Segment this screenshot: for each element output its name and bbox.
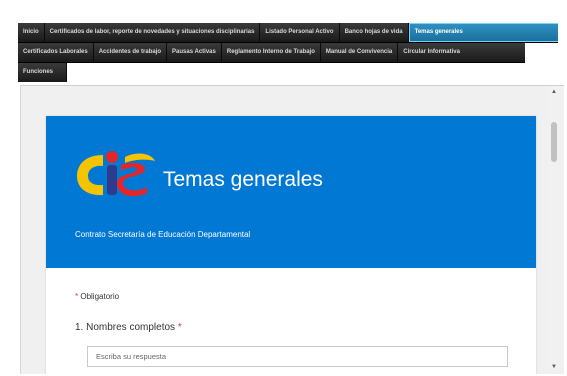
tab-circular[interactable]: Circular Informativa	[398, 43, 525, 62]
scrollbar[interactable]: ▲ ▼	[548, 86, 560, 373]
top-navigation: Inicio Certificados de labor, reporte de…	[18, 23, 558, 82]
form-subtitle: Contrato Secretaría de Educación Departa…	[75, 230, 251, 239]
required-label: Obligatorio	[80, 292, 120, 301]
scroll-down-icon[interactable]: ▼	[548, 361, 560, 373]
form-header: Temas generales Contrato Secretaría de E…	[46, 116, 536, 268]
question-1-required-star: *	[177, 322, 182, 333]
tab-reglamento[interactable]: Reglamento Interno de Trabajo	[221, 43, 321, 62]
logo-icon	[77, 151, 155, 197]
tab-funciones[interactable]: Funciones	[18, 63, 67, 82]
scrollbar-thumb[interactable]	[551, 122, 557, 162]
nav-row-3: Funciones	[18, 63, 67, 82]
question-1-text: 1. Nombres completos	[75, 322, 176, 333]
tab-certificados-laborales[interactable]: Certificados Laborales	[18, 43, 94, 62]
tab-banco-hojas[interactable]: Banco hojas de vida	[339, 23, 409, 42]
tab-inicio[interactable]: Inicio	[18, 23, 45, 42]
tab-temas-generales[interactable]: Temas generales	[408, 23, 558, 42]
tab-accidentes[interactable]: Accidentes de trabajo	[93, 43, 168, 62]
tab-certificados-labor[interactable]: Certificados de labor, reporte de noveda…	[44, 23, 261, 42]
form-title: Temas generales	[163, 168, 323, 191]
embedded-form-frame: Temas generales Contrato Secretaría de E…	[20, 85, 564, 374]
form-card: Temas generales Contrato Secretaría de E…	[46, 116, 536, 374]
nav-row-2: Certificados Laborales Accidentes de tra…	[18, 43, 525, 63]
nav-row-1: Inicio Certificados de labor, reporte de…	[18, 23, 558, 43]
tab-listado-personal[interactable]: Listado Personal Activo	[260, 23, 340, 42]
scroll-up-icon[interactable]: ▲	[548, 86, 560, 98]
required-note: * Obligatorio	[75, 292, 119, 301]
required-star: *	[75, 292, 79, 301]
tab-manual-convivencia[interactable]: Manual de Convivencia	[320, 43, 399, 62]
nombres-input[interactable]	[87, 346, 508, 367]
question-1-label: 1. Nombres completos *	[75, 322, 182, 333]
tab-pausas-activas[interactable]: Pausas Activas	[167, 43, 222, 62]
